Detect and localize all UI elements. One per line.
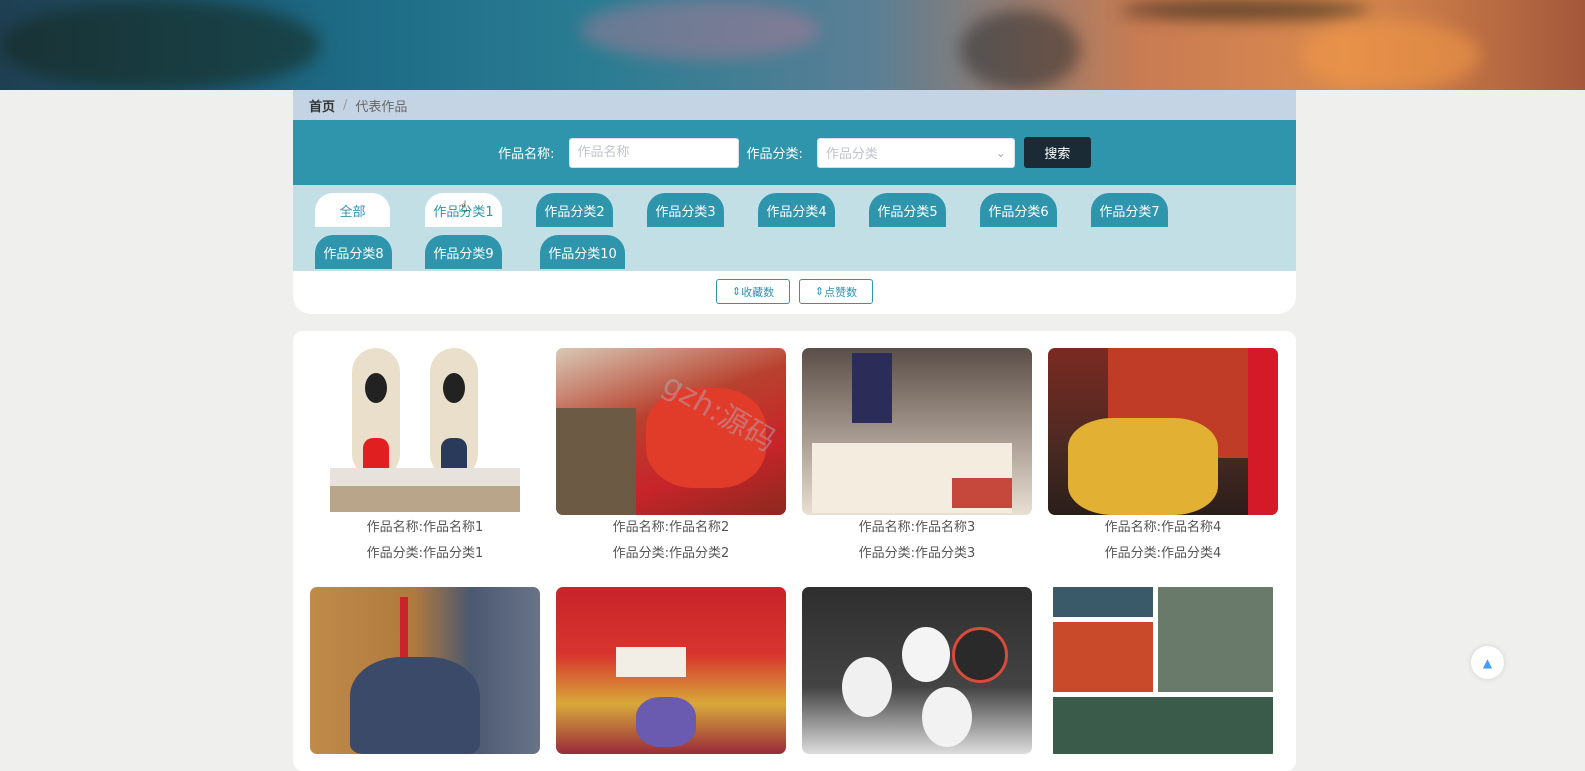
work-image[interactable]: [1048, 587, 1278, 754]
work-image[interactable]: [310, 587, 540, 754]
work-image[interactable]: [802, 348, 1032, 515]
work-category: 作品分类:作品分类4: [1104, 546, 1222, 561]
work-card[interactable]: 作品名称:作品名称3 作品分类:作品分类3: [802, 348, 1032, 567]
hand-cursor-icon: ☝: [458, 197, 468, 216]
work-image[interactable]: [556, 348, 786, 515]
work-card[interactable]: 作品名称:作品名称4 作品分类:作品分类4: [1048, 348, 1278, 567]
search-bar: 作品名称: 作品分类: 作品分类 ⌄ 搜索: [293, 120, 1296, 185]
category-tab-7[interactable]: 作品分类7: [1091, 193, 1168, 227]
work-name: 作品名称:作品名称2: [612, 520, 730, 535]
sort-favorites-label: 收藏数: [741, 285, 775, 299]
breadcrumb: 首页 / 代表作品: [293, 90, 1296, 120]
category-tab-10[interactable]: 作品分类10: [540, 235, 625, 269]
caret-up-icon: ▲: [1482, 655, 1493, 670]
category-tab-6[interactable]: 作品分类6: [980, 193, 1057, 227]
work-category: 作品分类:作品分类2: [612, 546, 730, 561]
sort-icon: ⇕: [814, 285, 825, 298]
category-tab-9[interactable]: 作品分类9: [425, 235, 502, 269]
work-card[interactable]: [802, 587, 1032, 754]
category-tab-3[interactable]: 作品分类3: [647, 193, 724, 227]
works-grid: 作品名称:作品名称1 作品分类:作品分类1 作品名称:作品名称2 作品分类:作品…: [293, 331, 1296, 771]
work-name: 作品名称:作品名称1: [366, 520, 484, 535]
search-button[interactable]: 搜索: [1023, 137, 1091, 168]
work-name: 作品名称:作品名称4: [1104, 520, 1222, 535]
work-name-label: 作品名称:: [498, 147, 555, 162]
work-card[interactable]: 作品名称:作品名称1 作品分类:作品分类1: [310, 348, 540, 567]
work-image[interactable]: [556, 587, 786, 754]
category-tab-8[interactable]: 作品分类8: [315, 235, 392, 269]
work-card[interactable]: [1048, 587, 1278, 754]
back-to-top-button[interactable]: ▲: [1471, 646, 1504, 679]
work-name-input[interactable]: [568, 137, 739, 168]
work-category-select-placeholder: 作品分类: [825, 147, 878, 162]
breadcrumb-current: 代表作品: [355, 99, 408, 115]
work-image[interactable]: [310, 348, 540, 515]
breadcrumb-home-link[interactable]: 首页: [309, 96, 335, 115]
sort-icon: ⇕: [731, 285, 742, 298]
work-category: 作品分类:作品分类1: [366, 546, 484, 561]
header-banner-image: [0, 0, 1585, 90]
chevron-down-icon: ⌄: [995, 145, 1006, 160]
category-tab-2[interactable]: 作品分类2: [536, 193, 613, 227]
work-image[interactable]: [1048, 348, 1278, 515]
work-name: 作品名称:作品名称3: [858, 520, 976, 535]
work-category: 作品分类:作品分类3: [858, 546, 976, 561]
sort-by-favorites-button[interactable]: ⇕ 收藏数: [716, 279, 790, 304]
sort-bar: ⇕ 收藏数 ⇕ 点赞数: [293, 271, 1296, 314]
breadcrumb-separator: /: [343, 97, 348, 113]
work-category-label: 作品分类:: [746, 147, 803, 162]
category-tab-5[interactable]: 作品分类5: [869, 193, 946, 227]
work-card[interactable]: [310, 587, 540, 754]
work-category-select[interactable]: 作品分类 ⌄: [816, 137, 1015, 168]
category-tabs: 全部 作品分类1 作品分类2 作品分类3 作品分类4 作品分类5 作品分类6 作…: [293, 185, 1296, 271]
sort-by-likes-button[interactable]: ⇕ 点赞数: [799, 279, 873, 304]
work-card[interactable]: [556, 587, 786, 754]
category-tab-all[interactable]: 全部: [315, 193, 390, 227]
work-image[interactable]: [802, 587, 1032, 754]
category-tab-4[interactable]: 作品分类4: [758, 193, 835, 227]
work-card[interactable]: 作品名称:作品名称2 作品分类:作品分类2: [556, 348, 786, 567]
sort-likes-label: 点赞数: [824, 285, 858, 299]
